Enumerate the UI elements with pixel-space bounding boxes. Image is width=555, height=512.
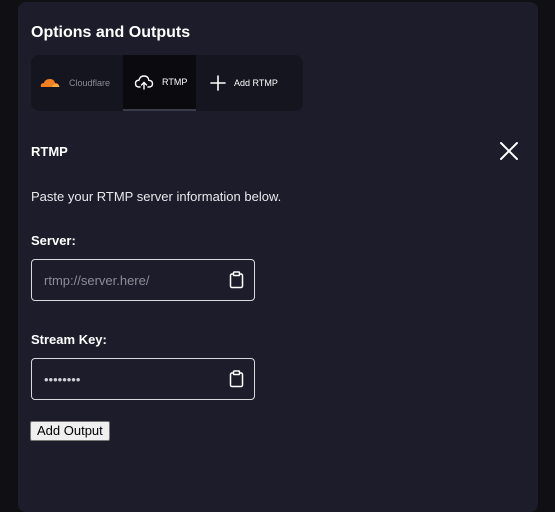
tab-add-rtmp-label: Add RTMP (234, 78, 278, 88)
server-input[interactable] (32, 260, 212, 300)
tab-add-rtmp[interactable]: Add RTMP (196, 55, 303, 111)
cloudflare-logo-icon (39, 77, 61, 89)
clipboard-icon[interactable] (229, 271, 244, 289)
tab-cloudflare[interactable]: Cloudflare (31, 55, 123, 111)
plus-icon (210, 75, 226, 91)
cloud-upload-icon (134, 74, 154, 90)
tab-rtmp[interactable]: RTMP (123, 55, 196, 111)
clipboard-icon[interactable] (229, 370, 244, 388)
rtmp-description: Paste your RTMP server information below… (31, 189, 282, 204)
server-label: Server: (31, 233, 76, 248)
options-outputs-panel: Options and Outputs Cloudflare RTMP Add … (18, 2, 538, 512)
stream-key-field (31, 358, 255, 400)
stream-key-input[interactable] (32, 359, 212, 399)
tab-cloudflare-label: Cloudflare (69, 78, 111, 88)
close-icon[interactable] (498, 140, 520, 162)
add-output-button[interactable]: Add Output (30, 421, 110, 441)
server-field (31, 259, 255, 301)
panel-title: Options and Outputs (31, 24, 191, 41)
tab-rtmp-label: RTMP (162, 77, 188, 87)
stream-key-label: Stream Key: (31, 332, 107, 347)
output-tabs: Cloudflare RTMP Add RTMP (31, 55, 303, 111)
rtmp-section-title: RTMP (31, 144, 68, 159)
